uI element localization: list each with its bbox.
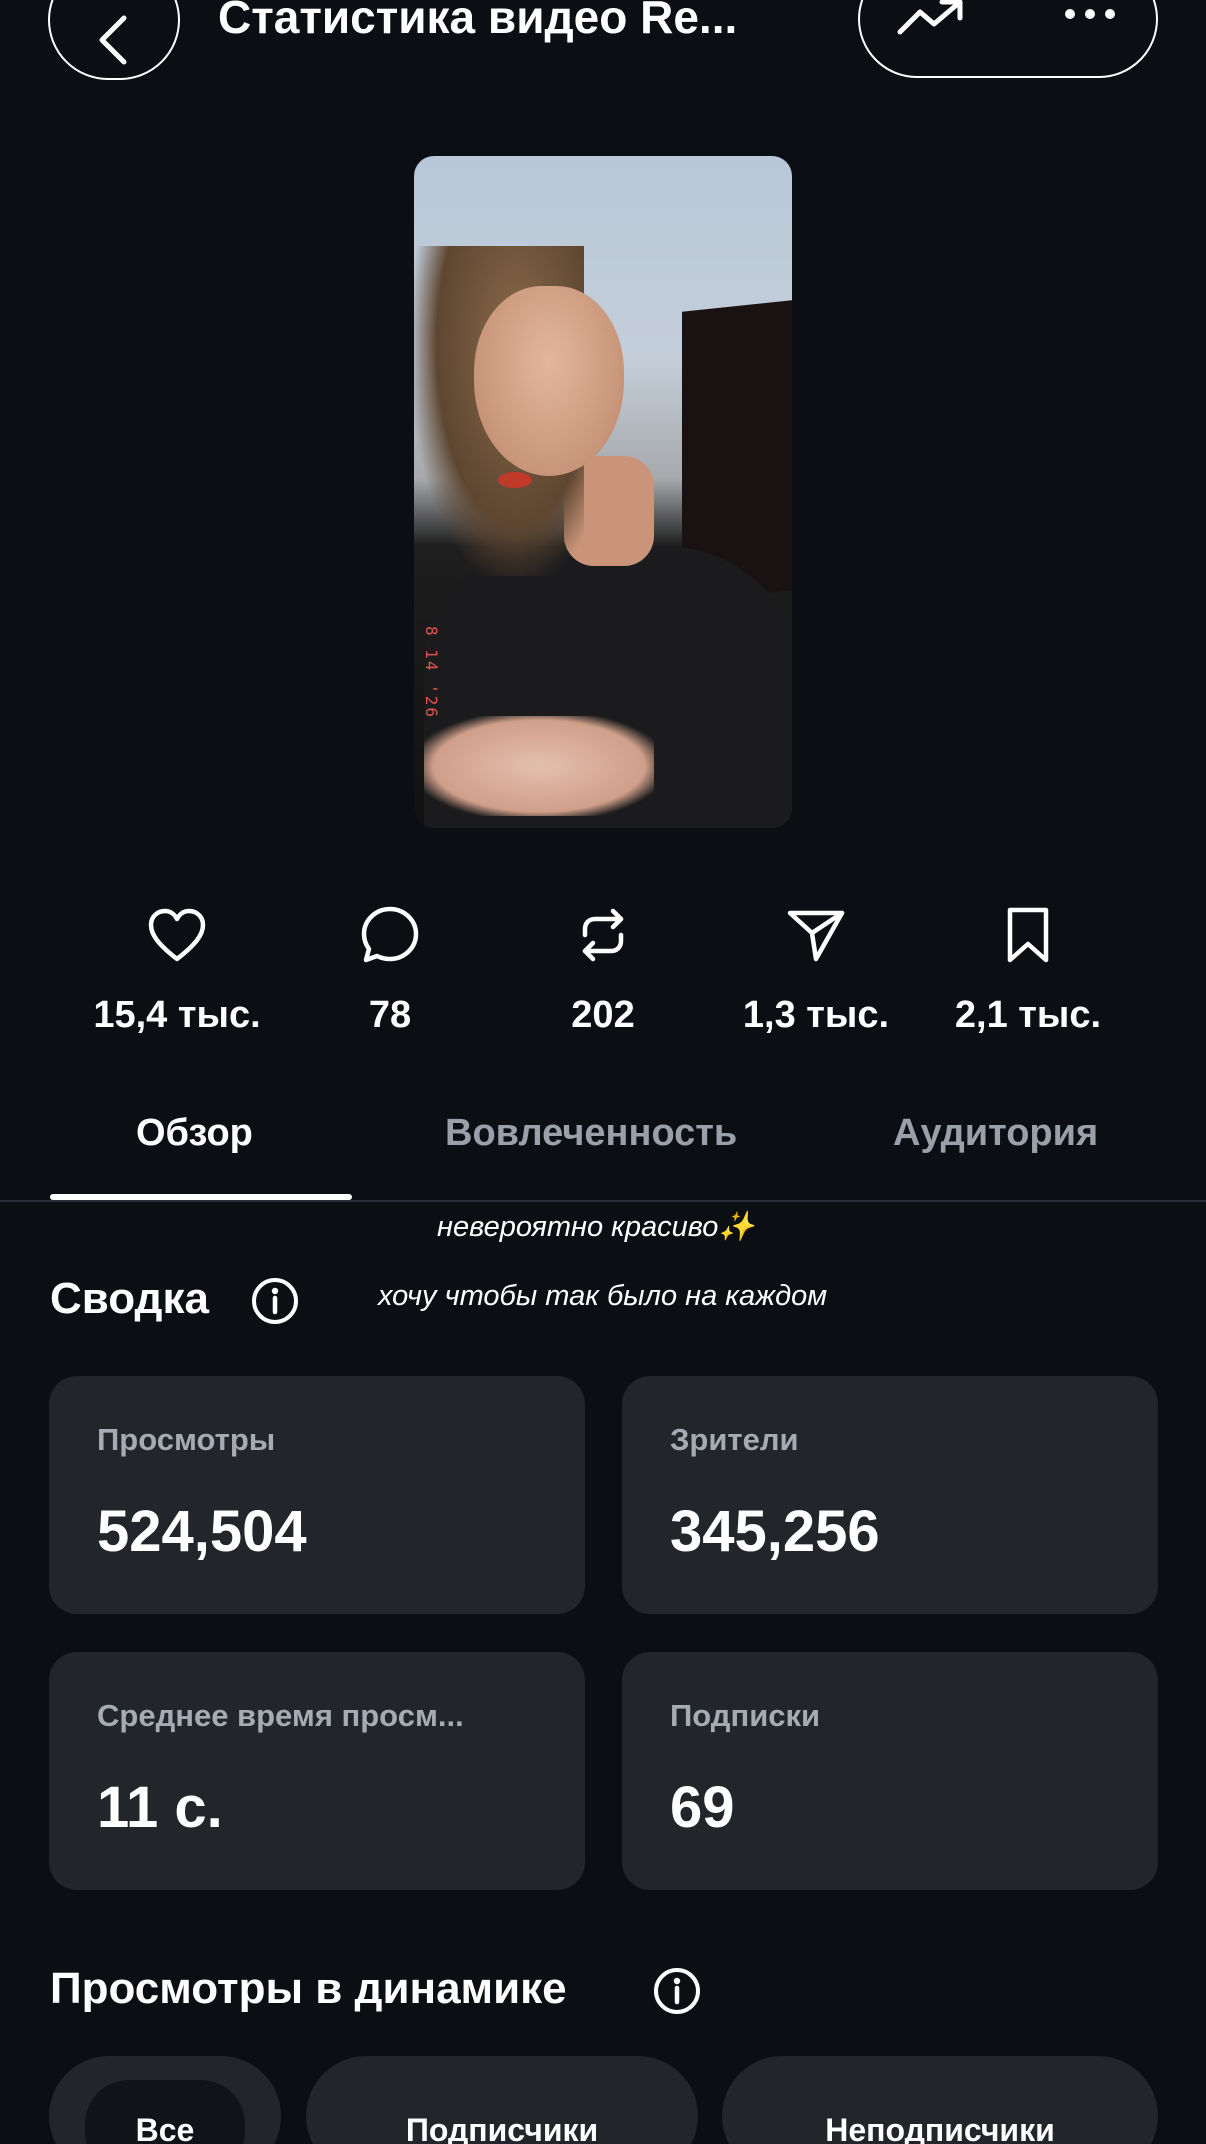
header: Статистика видео Re... [0, 0, 1206, 90]
card-value: 11 с. [97, 1775, 223, 1840]
page-title: Статистика видео Re... [218, 0, 738, 43]
thumbnail-lips [498, 472, 532, 488]
summary-card-follows[interactable]: Подписки 69 [622, 1652, 1158, 1890]
summary-card-viewers[interactable]: Зрители 345,256 [622, 1376, 1158, 1614]
filter-non-followers[interactable]: Неподписчики [722, 2056, 1158, 2144]
card-label: Зрители [670, 1422, 799, 1457]
filter-followers[interactable]: Подписчики [306, 2056, 698, 2144]
tab-engagement[interactable]: Вовлеченность [445, 1112, 737, 1155]
more-horizontal-icon[interactable] [1064, 8, 1116, 20]
tab-audience[interactable]: Аудитория [893, 1112, 1098, 1155]
bookmark-icon [1007, 907, 1049, 963]
stat-reposts[interactable]: 202 [493, 900, 713, 1037]
filter-label: Подписчики [405, 2112, 599, 2144]
stat-saves[interactable]: 2,1 тыс. [918, 900, 1138, 1037]
summary-card-avg-watch-time[interactable]: Среднее время просм... 11 с. [49, 1652, 585, 1890]
tab-overview[interactable]: Обзор [136, 1112, 253, 1155]
back-button[interactable] [48, 0, 180, 80]
overlay-caption: хочу чтобы так было на каждом [378, 1280, 828, 1312]
thumbnail-face [474, 286, 624, 476]
summary-title: Сводка [50, 1274, 209, 1323]
card-label: Подписки [670, 1698, 821, 1733]
stat-value: 1,3 тыс. [742, 994, 890, 1036]
stat-value: 78 [368, 994, 412, 1036]
thumbnail-date-stamp: 8 14 '26 [422, 626, 441, 720]
card-value: 69 [670, 1775, 735, 1840]
video-thumbnail[interactable]: 8 14 '26 [414, 156, 792, 828]
filter-label: Все [135, 2112, 195, 2144]
info-icon[interactable] [652, 1966, 702, 2016]
card-label: Среднее время просм... [97, 1698, 464, 1733]
card-value: 345,256 [670, 1499, 880, 1564]
summary-card-views[interactable]: Просмотры 524,504 [49, 1376, 585, 1614]
active-tab-indicator [50, 1194, 352, 1200]
stat-comments[interactable]: 78 [280, 900, 500, 1037]
stat-shares[interactable]: 1,3 тыс. [706, 900, 926, 1037]
header-actions [858, 0, 1158, 78]
info-icon[interactable] [250, 1276, 300, 1326]
chevron-left-icon [99, 15, 127, 65]
filter-all[interactable]: Все [49, 2056, 281, 2144]
send-icon [787, 910, 845, 962]
stat-value: 15,4 тыс. [93, 994, 261, 1036]
repost-icon [582, 908, 624, 962]
stat-value: 2,1 тыс. [954, 994, 1102, 1036]
comment-icon [361, 906, 419, 963]
heart-icon [148, 908, 206, 962]
filter-label: Неподписчики [825, 2112, 1055, 2144]
overlay-caption: невероятно красиво✨ [437, 1211, 755, 1243]
card-value: 524,504 [97, 1499, 307, 1564]
stat-likes[interactable]: 15,4 тыс. [67, 900, 287, 1037]
stat-value: 202 [571, 994, 635, 1036]
card-label: Просмотры [97, 1422, 276, 1457]
tab-bar: Обзор Вовлеченность Аудитория [0, 1100, 1206, 1202]
thumbnail-hands [424, 716, 654, 816]
trending-up-icon[interactable] [896, 0, 966, 38]
views-dynamics-title: Просмотры в динамике [50, 1964, 567, 2013]
